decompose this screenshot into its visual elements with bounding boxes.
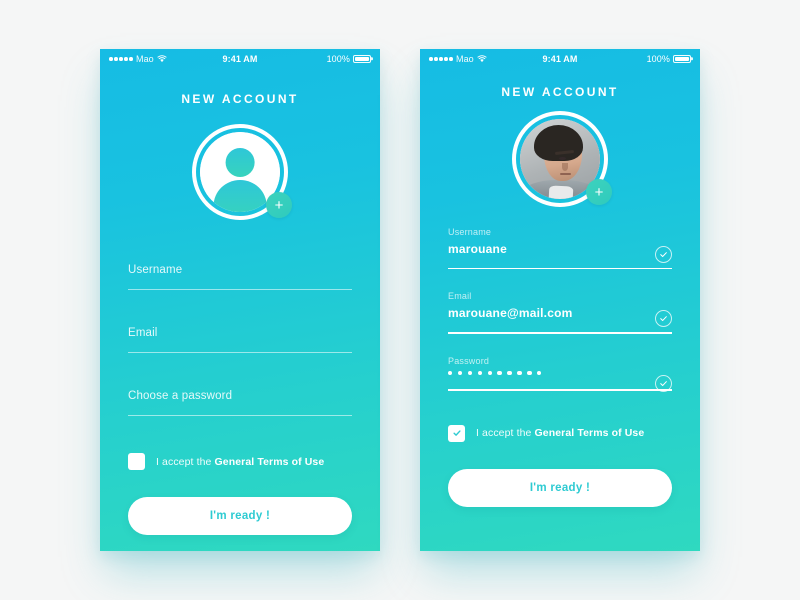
status-bar-right: 100%	[327, 54, 371, 64]
cta-wrap: I'm ready !	[100, 497, 380, 535]
terms-label: I accept the General Terms of Use	[156, 456, 324, 468]
terms-link[interactable]: General Terms of Use	[535, 427, 645, 439]
email-underline	[128, 352, 352, 353]
battery-percent-label: 100%	[646, 54, 670, 64]
field-email[interactable]: Email	[128, 327, 352, 353]
carrier-label: Mao	[455, 54, 474, 64]
avatar-uploader-empty[interactable]: +	[192, 124, 292, 220]
username-placeholder: Username	[128, 264, 183, 276]
email-placeholder: Email	[128, 327, 158, 339]
battery-percent-label: 100%	[326, 54, 350, 64]
email-underline	[448, 332, 672, 334]
avatar-uploader-filled[interactable]: +	[512, 111, 612, 207]
status-bar-left: Mao	[429, 54, 487, 64]
email-value: marouane@mail.com	[448, 306, 573, 321]
wifi-icon	[477, 55, 487, 63]
add-photo-button[interactable]: +	[586, 179, 612, 205]
signal-strength-icon	[429, 57, 453, 61]
checkmark-icon	[452, 430, 461, 436]
password-underline	[448, 389, 672, 391]
terms-row[interactable]: I accept the General Terms of Use	[420, 424, 700, 442]
password-masked-value	[448, 370, 672, 389]
status-bar: Mao 9:41 AM 100%	[100, 49, 380, 69]
screens-stage: Mao 9:41 AM 100% NEW ACCOUNT + Username …	[0, 0, 800, 600]
battery-full-icon	[353, 54, 371, 64]
password-placeholder: Choose a password	[128, 390, 233, 402]
page-title: NEW ACCOUNT	[181, 92, 299, 106]
email-label: Email	[448, 291, 472, 302]
terms-prefix: I accept the	[476, 427, 535, 440]
username-value: marouane	[448, 242, 507, 256]
add-photo-button[interactable]: +	[266, 192, 292, 218]
signup-form-filled: Username marouane Email marouane@mail.co…	[420, 227, 700, 392]
username-underline	[448, 268, 672, 270]
signal-strength-icon	[109, 57, 133, 61]
submit-button[interactable]: I'm ready !	[128, 497, 352, 535]
status-bar: Mao 9:41 AM 100%	[420, 49, 700, 69]
wifi-icon	[157, 55, 167, 63]
password-label: Password	[448, 355, 490, 366]
cta-wrap: I'm ready !	[420, 468, 700, 507]
terms-prefix: I accept the	[156, 455, 215, 468]
terms-row[interactable]: I accept the General Terms of Use	[100, 453, 380, 470]
phone-screen-filled-state: Mao 9:41 AM 100% NEW ACCOUNT + Username …	[420, 49, 700, 551]
carrier-label: Mao	[135, 54, 154, 64]
phone-screen-empty-state: Mao 9:41 AM 100% NEW ACCOUNT + Username …	[100, 49, 380, 551]
terms-checkbox-unchecked[interactable]	[128, 453, 145, 470]
terms-label: I accept the General Terms of Use	[476, 427, 644, 439]
field-username[interactable]: Username marouane	[448, 227, 672, 270]
submit-button[interactable]: I'm ready !	[448, 468, 672, 507]
field-password[interactable]: Choose a password	[128, 390, 352, 416]
status-bar-left: Mao	[109, 54, 167, 64]
signup-form-empty: Username Email Choose a password	[100, 264, 380, 416]
field-password[interactable]: Password	[448, 355, 672, 392]
terms-checkbox-checked[interactable]	[448, 424, 465, 442]
username-underline	[128, 289, 352, 290]
password-valid-check-icon	[655, 374, 672, 392]
password-underline	[128, 415, 352, 416]
status-bar-right: 100%	[647, 54, 691, 64]
terms-link[interactable]: General Terms of Use	[215, 456, 325, 468]
username-valid-check-icon	[655, 246, 672, 263]
field-username[interactable]: Username	[128, 264, 352, 290]
battery-full-icon	[673, 54, 691, 64]
page-title: NEW ACCOUNT	[501, 85, 619, 99]
username-label: Username	[448, 227, 492, 237]
field-email[interactable]: Email marouane@mail.com	[448, 291, 672, 334]
